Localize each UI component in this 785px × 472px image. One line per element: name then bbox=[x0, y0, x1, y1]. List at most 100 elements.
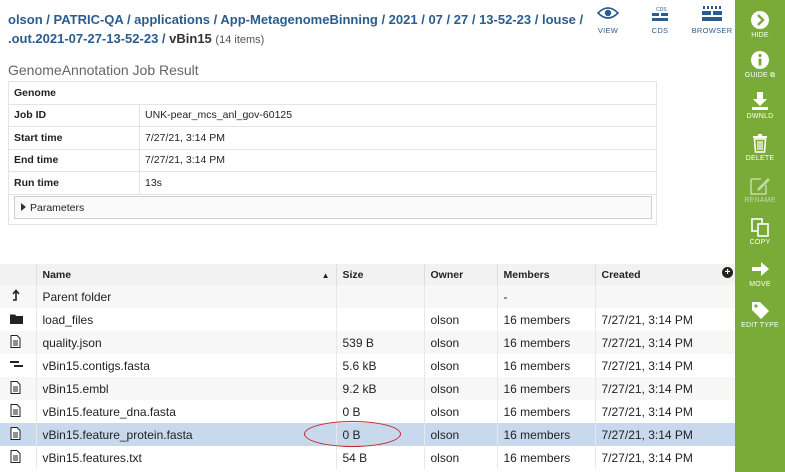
cds-icon: CDS bbox=[637, 6, 683, 22]
file-members: - bbox=[496, 285, 595, 308]
file-members: 16 members bbox=[496, 331, 595, 354]
delete-button[interactable]: DELETE bbox=[735, 133, 785, 162]
document-icon bbox=[0, 377, 36, 400]
cds-button[interactable]: CDS CDS bbox=[637, 6, 683, 35]
tag-icon bbox=[752, 302, 769, 319]
browser-button[interactable]: BROWSER bbox=[689, 6, 735, 35]
parameters-label: Parameters bbox=[30, 202, 85, 214]
breadcrumb-link[interactable]: 27 bbox=[454, 12, 468, 27]
file-created bbox=[594, 285, 735, 308]
hide-button[interactable]: HIDE bbox=[735, 10, 785, 39]
parameters-container: Parameters bbox=[8, 193, 657, 225]
breadcrumb: olson / PATRIC-QA / applications / App-M… bbox=[8, 12, 584, 46]
edit-type-button[interactable]: EDIT TYPE bbox=[735, 300, 785, 329]
download-label: DWNLD bbox=[746, 113, 774, 120]
column-header-created[interactable]: Created bbox=[594, 264, 735, 285]
breadcrumb-link[interactable]: louse bbox=[542, 12, 576, 27]
file-members: 16 members bbox=[496, 423, 595, 446]
move-label: MOVE bbox=[749, 281, 771, 288]
file-created: 7/27/21, 3:14 PM bbox=[594, 446, 735, 469]
file-size bbox=[335, 285, 424, 308]
external-link-icon: ⧉ bbox=[770, 72, 776, 79]
table-row[interactable]: vBin15.feature_dna.fasta 0 B olson 16 me… bbox=[0, 400, 735, 423]
job-info-row: Start time 7/27/21, 3:14 PM bbox=[8, 126, 657, 150]
table-row[interactable]: vBin15.features.txt 54 B olson 16 member… bbox=[0, 446, 735, 469]
file-size: 9.2 kB bbox=[335, 377, 424, 400]
job-info-row: End time 7/27/21, 3:14 PM bbox=[8, 148, 657, 172]
file-size: 539 B bbox=[335, 331, 424, 354]
job-info-key: Start time bbox=[8, 126, 140, 150]
up-arrow-icon bbox=[0, 285, 36, 308]
guide-button[interactable]: GUIDE ⧉ bbox=[735, 50, 785, 80]
job-info-key: End time bbox=[8, 148, 140, 172]
copy-button[interactable]: COPY bbox=[735, 217, 785, 246]
file-owner: olson bbox=[423, 377, 497, 400]
view-toolbar: VIEW CDS CDS BROWSER bbox=[585, 6, 735, 36]
breadcrumb-link[interactable]: PATRIC-QA bbox=[54, 12, 124, 27]
file-created: 7/27/21, 3:14 PM bbox=[594, 377, 735, 400]
breadcrumb-link[interactable]: 2021 bbox=[389, 12, 418, 27]
arrow-right-icon bbox=[752, 262, 769, 276]
rename-button[interactable]: RENAME bbox=[735, 175, 785, 204]
rename-label: RENAME bbox=[744, 197, 776, 204]
breadcrumb-link[interactable]: 13-52-23 bbox=[479, 12, 531, 27]
move-button[interactable]: MOVE bbox=[735, 259, 785, 288]
file-name[interactable]: vBin15.features.txt bbox=[35, 446, 336, 469]
file-size: 0 B bbox=[335, 423, 424, 446]
job-genome-row: Genome bbox=[8, 81, 657, 105]
info-icon bbox=[751, 51, 769, 69]
svg-text:CDS: CDS bbox=[656, 7, 667, 13]
column-header-owner[interactable]: Owner bbox=[423, 264, 497, 285]
file-name[interactable]: vBin15.feature_dna.fasta bbox=[35, 400, 336, 423]
column-header-members[interactable]: Members bbox=[496, 264, 595, 285]
breadcrumb-link[interactable]: applications bbox=[134, 12, 210, 27]
guide-label: GUIDE bbox=[744, 72, 768, 79]
breadcrumb-link[interactable]: App-MetagenomeBinning bbox=[220, 12, 377, 27]
job-info-row: Job ID UNK-pear_mcs_anl_gov-60125 bbox=[8, 103, 657, 127]
download-button[interactable]: DWNLD bbox=[735, 91, 785, 120]
job-info-key: Run time bbox=[8, 171, 140, 195]
job-result-title: GenomeAnnotation Job Result bbox=[8, 62, 199, 78]
file-name[interactable]: vBin15.embl bbox=[35, 377, 336, 400]
file-members: 16 members bbox=[496, 308, 595, 331]
folder-icon bbox=[0, 308, 36, 331]
table-row[interactable]: quality.json 539 B olson 16 members 7/27… bbox=[0, 331, 735, 354]
job-info-value: 13s bbox=[139, 171, 657, 195]
view-label: VIEW bbox=[597, 26, 619, 35]
file-name[interactable]: load_files bbox=[35, 308, 336, 331]
column-header-size[interactable]: Size bbox=[335, 264, 424, 285]
genome-label: Genome bbox=[8, 81, 657, 105]
table-row-selected[interactable]: vBin15.feature_protein.fasta 0 B olson 1… bbox=[0, 423, 735, 446]
action-sidebar: HIDE GUIDE ⧉ DWNLD DELETE RENAME COPY MO… bbox=[735, 0, 785, 472]
breadcrumb-current: vBin15 bbox=[169, 31, 212, 46]
browser-label: BROWSER bbox=[691, 26, 733, 35]
breadcrumb-link[interactable]: 07 bbox=[428, 12, 442, 27]
add-column-icon[interactable]: + bbox=[722, 267, 733, 278]
file-owner: olson bbox=[423, 446, 497, 469]
breadcrumb-link[interactable]: olson bbox=[8, 12, 43, 27]
table-row[interactable]: vBin15.contigs.fasta 5.6 kB olson 16 mem… bbox=[0, 354, 735, 377]
file-name[interactable]: vBin15.contigs.fasta bbox=[35, 354, 336, 377]
table-row[interactable]: Parent folder - bbox=[0, 285, 735, 308]
file-size: 5.6 kB bbox=[335, 354, 424, 377]
table-row[interactable]: load_files olson 16 members 7/27/21, 3:1… bbox=[0, 308, 735, 331]
breadcrumb-link[interactable]: .out.2021-07-27-13-52-23 bbox=[8, 31, 158, 46]
file-name[interactable]: Parent folder bbox=[35, 285, 336, 308]
job-info-value: 7/27/21, 3:14 PM bbox=[139, 126, 657, 150]
file-members: 16 members bbox=[496, 377, 595, 400]
column-header-name[interactable]: Name ▲ bbox=[35, 264, 336, 285]
job-info-value: UNK-pear_mcs_anl_gov-60125 bbox=[139, 103, 657, 127]
caret-right-icon bbox=[21, 203, 26, 211]
document-icon bbox=[0, 446, 36, 469]
job-info-table: Genome Job ID UNK-pear_mcs_anl_gov-60125 … bbox=[8, 81, 657, 195]
download-icon bbox=[752, 92, 768, 110]
file-name[interactable]: vBin15.feature_protein.fasta bbox=[35, 423, 336, 446]
table-row[interactable]: vBin15.embl 9.2 kB olson 16 members 7/27… bbox=[0, 377, 735, 400]
main-panel: olson / PATRIC-QA / applications / App-M… bbox=[0, 0, 735, 472]
parameters-toggle[interactable]: Parameters bbox=[14, 196, 652, 219]
view-button[interactable]: VIEW bbox=[585, 6, 631, 35]
file-name[interactable]: quality.json bbox=[35, 331, 336, 354]
file-members: 16 members bbox=[496, 354, 595, 377]
eye-icon bbox=[585, 6, 631, 22]
file-owner: olson bbox=[423, 308, 497, 331]
